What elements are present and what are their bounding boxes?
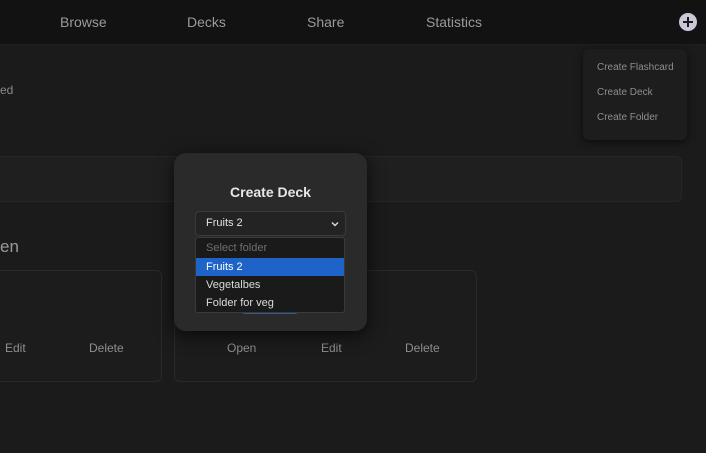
folder-select-value: Fruits 2: [206, 217, 243, 229]
delete-button[interactable]: Delete: [405, 341, 440, 355]
background-text-fragment: ed: [0, 83, 14, 97]
modal-title: Create Deck: [230, 184, 311, 200]
menu-item-create-flashcard[interactable]: Create Flashcard: [597, 62, 674, 73]
option-folder-for-veg[interactable]: Folder for veg: [196, 294, 344, 312]
option-vegetalbes[interactable]: Vegetalbes: [196, 276, 344, 294]
section-heading-fragment: en: [0, 237, 19, 256]
nav-decks[interactable]: Decks: [187, 14, 226, 30]
menu-item-create-folder[interactable]: Create Folder: [597, 112, 658, 123]
nav-share[interactable]: Share: [307, 14, 344, 30]
folder-select[interactable]: Fruits 2: [195, 211, 346, 236]
app-stage: Browse Decks Share Statistics ed en Edit…: [0, 0, 706, 453]
delete-button[interactable]: Delete: [89, 341, 124, 355]
top-navigation: Browse Decks Share Statistics: [0, 0, 706, 45]
option-fruits-2[interactable]: Fruits 2: [196, 258, 344, 276]
deck-card-left: [0, 270, 162, 382]
chevron-down-icon: [331, 222, 339, 227]
option-placeholder: Select folder: [206, 242, 268, 254]
plus-circle-icon[interactable]: [679, 13, 697, 31]
nav-browse[interactable]: Browse: [60, 14, 107, 30]
nav-statistics[interactable]: Statistics: [426, 14, 482, 30]
edit-button[interactable]: Edit: [5, 341, 26, 355]
edit-button[interactable]: Edit: [321, 341, 342, 355]
create-menu: Create Flashcard Create Deck Create Fold…: [583, 49, 687, 140]
menu-item-create-deck[interactable]: Create Deck: [597, 87, 653, 98]
folder-options-list: Select folder Fruits 2 Vegetalbes Folder…: [195, 237, 345, 313]
open-button[interactable]: Open: [227, 341, 256, 355]
